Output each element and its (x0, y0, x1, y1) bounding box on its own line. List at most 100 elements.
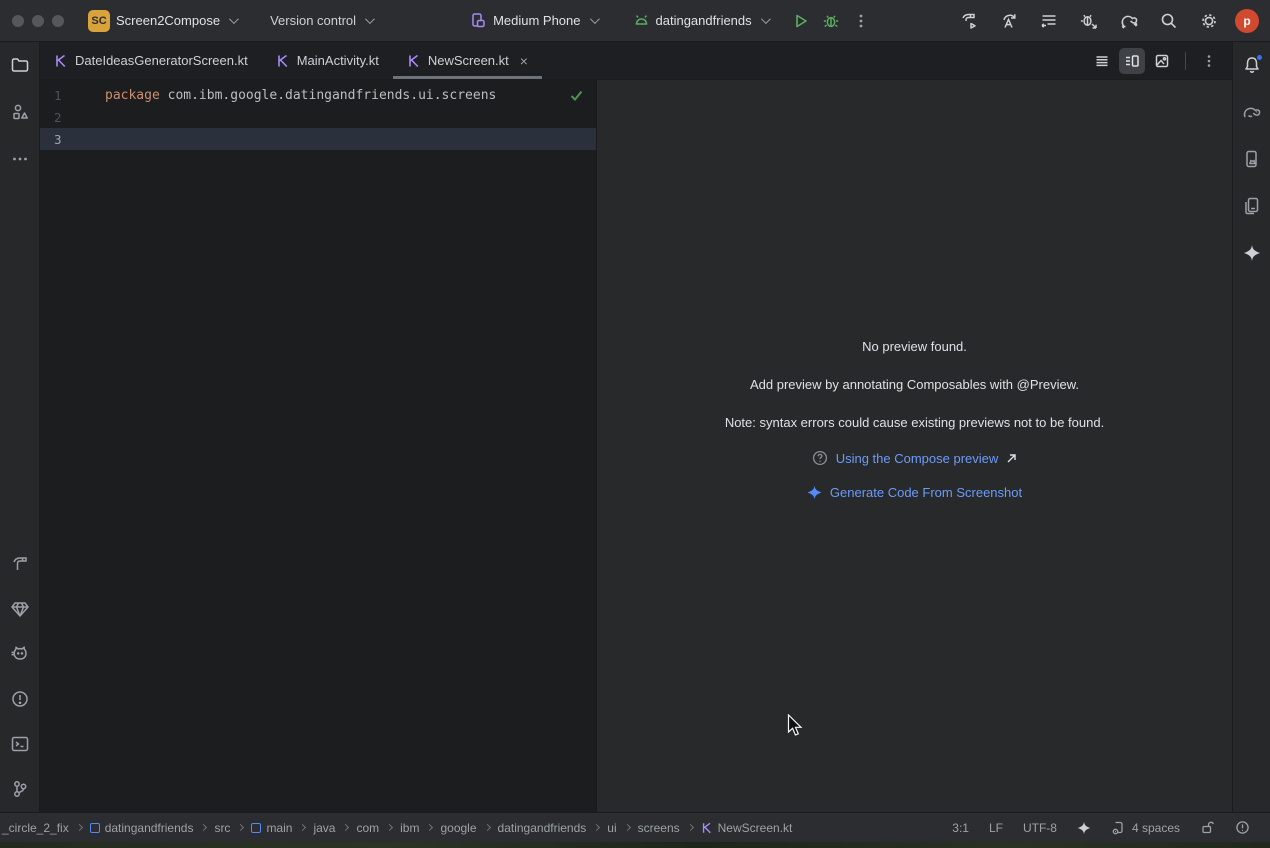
no-preview-message: No preview found. (862, 338, 967, 356)
build-tool-window-icon[interactable] (5, 549, 35, 579)
design-view-button[interactable] (1149, 48, 1175, 74)
project-folder-icon[interactable] (5, 50, 35, 80)
gemini-assistant-icon[interactable] (1237, 238, 1267, 268)
split-view-button[interactable] (1119, 48, 1145, 74)
tab-dateideasgeneratorscreen[interactable]: DateIdeasGeneratorScreen.kt (40, 42, 262, 79)
help-circle-icon (812, 450, 828, 466)
gradle-icon[interactable] (1237, 97, 1267, 127)
project-widget[interactable]: SC Screen2Compose (78, 6, 246, 36)
breadcrumb-item[interactable]: datingandfriends (88, 819, 196, 837)
close-window-button[interactable] (12, 15, 24, 27)
line-number: 2 (40, 110, 100, 125)
code-editor[interactable]: 1 package com.ibm.google.datingandfriend… (40, 80, 596, 812)
breadcrumb-item[interactable]: screens (636, 819, 682, 837)
code-line-3-current[interactable]: 3 (40, 128, 596, 150)
build-icon[interactable] (954, 6, 984, 36)
external-link-icon (1006, 453, 1017, 464)
breadcrumb-item[interactable]: main (249, 819, 294, 837)
more-tool-windows-icon[interactable] (5, 144, 35, 174)
chevron-down-icon (761, 14, 771, 24)
breadcrumb-item[interactable]: _circle_2_fix (0, 819, 71, 837)
kotlin-file-icon (54, 54, 68, 68)
app-quality-insights-icon[interactable] (5, 594, 35, 624)
problems-icon[interactable] (5, 684, 35, 714)
resource-manager-icon[interactable] (5, 97, 35, 127)
breadcrumb-item[interactable]: datingandfriends (496, 819, 589, 837)
more-run-options-button[interactable] (846, 6, 876, 36)
kotlin-file-icon (407, 54, 421, 68)
breadcrumb-item[interactable]: ui (605, 819, 618, 837)
list-sync-icon[interactable] (1034, 6, 1064, 36)
settings-icon[interactable] (1194, 6, 1224, 36)
avatar: p (1235, 9, 1259, 33)
minimize-window-button[interactable] (32, 15, 44, 27)
indent-widget[interactable]: 4 spaces (1101, 817, 1190, 838)
terminal-icon[interactable] (5, 729, 35, 759)
editor-tab-bar: DateIdeasGeneratorScreen.kt MainActivity… (40, 42, 1232, 80)
virtual-device-icon (470, 12, 487, 29)
close-tab-icon[interactable]: × (520, 54, 528, 68)
line-separator-widget[interactable]: LF (979, 818, 1013, 838)
breadcrumb-item-file[interactable]: NewScreen.kt (699, 819, 795, 837)
code-line-2[interactable]: 2 (40, 106, 596, 128)
notification-badge (1256, 54, 1263, 61)
zoom-window-button[interactable] (52, 15, 64, 27)
apply-changes-icon[interactable] (994, 6, 1024, 36)
chevron-right-icon (426, 824, 433, 831)
version-control-widget[interactable]: Version control (260, 6, 382, 36)
project-icon: SC (88, 10, 110, 32)
caret-position-widget[interactable]: 3:1 (942, 818, 979, 838)
code-text: package com.ibm.google.datingandfriends.… (100, 88, 496, 103)
add-preview-hint: Add preview by annotating Composables wi… (750, 376, 1079, 394)
breadcrumb-item[interactable]: google (438, 819, 478, 837)
tab-newscreen[interactable]: NewScreen.kt × (393, 42, 542, 79)
breadcrumb-item[interactable]: src (212, 819, 232, 837)
encoding-widget[interactable]: UTF-8 (1013, 818, 1067, 838)
gemini-sparkle-icon (807, 485, 822, 500)
line-number: 1 (40, 88, 100, 103)
code-line-1[interactable]: 1 package com.ibm.google.datingandfriend… (40, 84, 596, 106)
main-toolbar: SC Screen2Compose Version control Medium… (0, 0, 1270, 42)
notifications-icon[interactable] (1237, 50, 1267, 80)
tab-label: DateIdeasGeneratorScreen.kt (75, 53, 248, 68)
chevron-down-icon (365, 14, 375, 24)
gemini-status-icon[interactable] (1067, 818, 1101, 838)
attach-debugger-icon[interactable] (1074, 6, 1104, 36)
left-tool-stripe (0, 42, 40, 812)
inspections-ok-check-icon[interactable] (569, 88, 584, 103)
file-writable-lock-icon[interactable] (1190, 817, 1225, 838)
breadcrumb-item[interactable]: com (354, 819, 381, 837)
breadcrumb-item[interactable]: ibm (398, 819, 421, 837)
chevron-right-icon (386, 824, 393, 831)
window-controls (0, 15, 78, 27)
status-bar: _circle_2_fix datingandfriends src main … (0, 812, 1270, 842)
tab-mainactivity[interactable]: MainActivity.kt (262, 42, 393, 79)
running-devices-icon[interactable] (1237, 191, 1267, 221)
kotlin-file-icon (276, 54, 290, 68)
editor-more-options-icon[interactable] (1196, 48, 1222, 74)
chevron-right-icon (483, 824, 490, 831)
generate-code-from-screenshot-link[interactable]: Generate Code From Screenshot (830, 485, 1022, 500)
chevron-down-icon (229, 14, 239, 24)
device-name: Medium Phone (493, 13, 580, 28)
debug-button[interactable] (816, 6, 846, 36)
desktop-wallpaper-strip (0, 842, 1270, 848)
profile-avatar[interactable]: p (1232, 6, 1262, 36)
inspections-widget-icon[interactable] (1225, 817, 1260, 838)
chevron-right-icon (299, 824, 306, 831)
chevron-right-icon (200, 824, 207, 831)
code-view-button[interactable] (1089, 48, 1115, 74)
device-selector[interactable]: Medium Phone (460, 6, 606, 36)
version-control-tool-icon[interactable] (5, 774, 35, 804)
chevron-right-icon (624, 824, 631, 831)
gradle-sync-icon[interactable] (1114, 6, 1144, 36)
line-number: 3 (40, 132, 100, 147)
compose-preview-docs-link[interactable]: Using the Compose preview (836, 451, 999, 466)
search-icon[interactable] (1154, 6, 1184, 36)
device-manager-icon[interactable] (1237, 144, 1267, 174)
logcat-icon[interactable] (5, 639, 35, 669)
breadcrumb-item[interactable]: java (311, 819, 337, 837)
run-configuration-selector[interactable]: datingandfriends (623, 6, 778, 36)
run-button[interactable] (786, 6, 816, 36)
right-tool-stripe (1232, 42, 1270, 812)
